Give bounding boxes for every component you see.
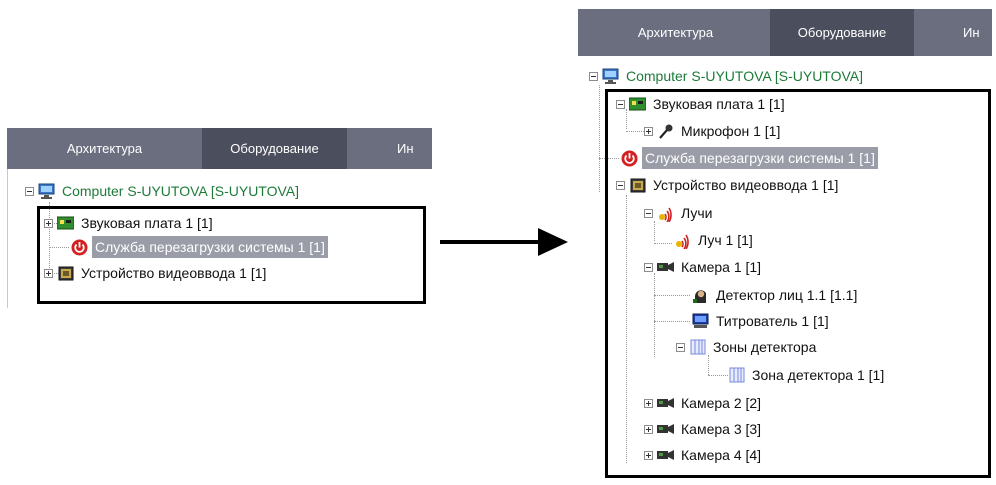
left-tab-bar: Архитектура Оборудование Ин xyxy=(7,128,432,169)
tree-root-label: Computer S-UYUTOVA [S-UYUTOVA] xyxy=(626,68,864,84)
left-panel-border xyxy=(7,169,8,308)
computer-icon xyxy=(602,68,619,85)
tree-line xyxy=(599,85,600,192)
highlight-frame xyxy=(37,206,426,304)
tab-interfaces[interactable]: Ин xyxy=(963,9,992,56)
tree-root-label: Computer S-UYUTOVA [S-UYUTOVA] xyxy=(62,183,300,199)
collapse-icon[interactable] xyxy=(589,71,598,81)
highlight-frame xyxy=(605,89,991,478)
tree-root[interactable]: Computer S-UYUTOVA [S-UYUTOVA] xyxy=(25,179,302,203)
tree-root[interactable]: Computer S-UYUTOVA [S-UYUTOVA] xyxy=(589,64,866,88)
right-panel: Архитектура Оборудование Ин Computer S-U… xyxy=(578,9,992,483)
tab-equipment[interactable]: Оборудование xyxy=(202,128,347,169)
tab-interfaces[interactable]: Ин xyxy=(397,128,432,169)
collapse-icon[interactable] xyxy=(25,186,34,196)
tab-architecture[interactable]: Архитектура xyxy=(588,9,763,56)
computer-icon xyxy=(38,183,55,200)
tab-architecture[interactable]: Архитектура xyxy=(17,128,192,169)
tab-equipment[interactable]: Оборудование xyxy=(770,9,914,56)
arrow-icon xyxy=(440,227,570,257)
left-panel: Архитектура Оборудование Ин Computer S-U… xyxy=(7,128,432,308)
right-tab-bar: Архитектура Оборудование Ин xyxy=(578,9,992,56)
